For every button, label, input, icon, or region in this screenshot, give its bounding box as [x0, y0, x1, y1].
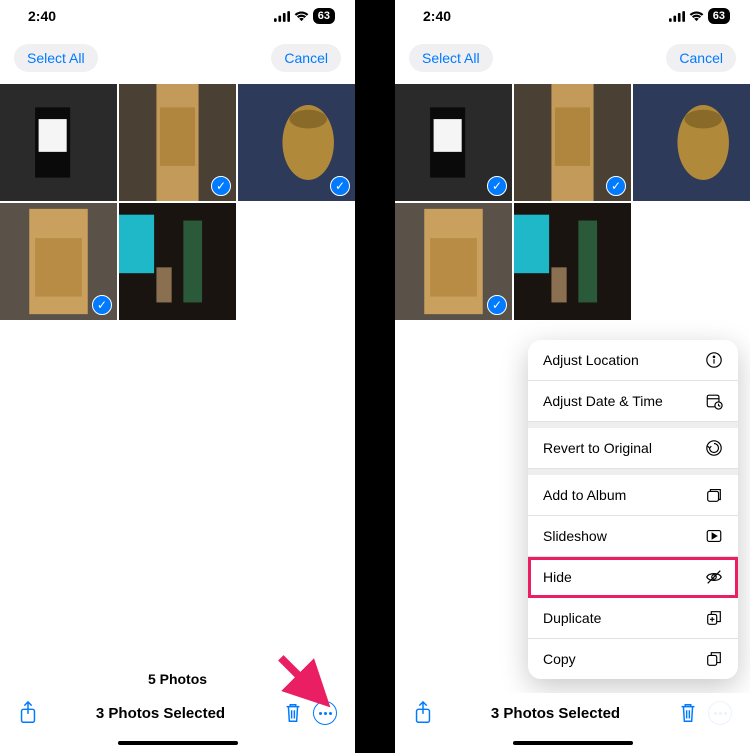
menu-duplicate[interactable]: Duplicate: [528, 598, 738, 639]
menu-label: Adjust Location: [543, 352, 639, 368]
share-button[interactable]: [18, 701, 38, 725]
photo-thumb[interactable]: ✓: [395, 203, 512, 320]
status-bar: 2:40 63: [0, 0, 355, 28]
status-indicators: 63: [274, 8, 335, 24]
trash-button[interactable]: [678, 702, 698, 724]
bottom-area: 5 Photos 3 Photos Selected: [0, 665, 355, 753]
selection-check-icon: ✓: [487, 176, 507, 196]
menu-copy[interactable]: Copy: [528, 639, 738, 679]
photo-grid: ✓ ✓ ✓: [395, 84, 750, 320]
photo-thumb[interactable]: ✓: [238, 84, 355, 201]
info-icon: [705, 351, 723, 369]
wifi-icon: [294, 11, 309, 22]
menu-label: Slideshow: [543, 528, 607, 544]
photo-grid: ✓ ✓ ✓: [0, 84, 355, 320]
eye-slash-icon: [705, 568, 723, 586]
menu-label: Duplicate: [543, 610, 601, 626]
selected-count: 3 Photos Selected: [96, 705, 225, 722]
revert-icon: [705, 439, 723, 457]
copy-icon: [705, 650, 723, 668]
menu-label: Hide: [543, 569, 572, 585]
duplicate-icon: [705, 609, 723, 627]
home-indicator: [513, 741, 633, 745]
photo-count: 5 Photos: [0, 665, 355, 693]
selection-check-icon: ✓: [211, 176, 231, 196]
cellular-icon: [669, 11, 685, 22]
photo-thumb[interactable]: [0, 84, 117, 201]
status-bar: 2:40 63: [395, 0, 750, 28]
topbar: Select All Cancel: [0, 28, 355, 84]
more-button[interactable]: [313, 701, 337, 725]
photo-thumb[interactable]: ✓: [395, 84, 512, 201]
photo-thumb[interactable]: [119, 203, 236, 320]
menu-slideshow[interactable]: Slideshow: [528, 516, 738, 557]
wifi-icon: [689, 11, 704, 22]
photo-thumb[interactable]: ✓: [119, 84, 236, 201]
menu-adjust-location[interactable]: Adjust Location: [528, 340, 738, 381]
menu-revert[interactable]: Revert to Original: [528, 428, 738, 469]
select-all-button[interactable]: Select All: [409, 44, 493, 72]
play-icon: [705, 527, 723, 545]
photo-thumb[interactable]: ✓: [0, 203, 117, 320]
cancel-button[interactable]: Cancel: [271, 44, 341, 72]
selection-check-icon: ✓: [92, 295, 112, 315]
battery-badge: 63: [708, 8, 730, 24]
status-indicators: 63: [669, 8, 730, 24]
menu-label: Copy: [543, 651, 576, 667]
bottom-area: 3 Photos Selected: [395, 693, 750, 753]
more-button[interactable]: [708, 701, 732, 725]
selection-check-icon: ✓: [487, 295, 507, 315]
selection-check-icon: ✓: [330, 176, 350, 196]
status-time: 2:40: [423, 8, 451, 24]
phone-right: 2:40 63 Select All Cancel ✓ ✓: [395, 0, 750, 753]
photo-thumb[interactable]: [633, 84, 750, 201]
menu-hide[interactable]: Hide: [528, 557, 738, 598]
bottom-toolbar: 3 Photos Selected: [0, 693, 355, 737]
trash-button[interactable]: [283, 702, 303, 724]
select-all-button[interactable]: Select All: [14, 44, 98, 72]
battery-badge: 63: [313, 8, 335, 24]
selected-count: 3 Photos Selected: [491, 705, 620, 722]
photo-thumb[interactable]: ✓: [514, 84, 631, 201]
menu-label: Revert to Original: [543, 440, 652, 456]
menu-label: Add to Album: [543, 487, 626, 503]
bottom-toolbar: 3 Photos Selected: [395, 693, 750, 737]
cellular-icon: [274, 11, 290, 22]
status-time: 2:40: [28, 8, 56, 24]
album-icon: [705, 486, 723, 504]
cancel-button[interactable]: Cancel: [666, 44, 736, 72]
calendar-icon: [705, 392, 723, 410]
phone-left: 2:40 63 Select All Cancel ✓ ✓: [0, 0, 355, 753]
photo-thumb[interactable]: [514, 203, 631, 320]
menu-add-album[interactable]: Add to Album: [528, 475, 738, 516]
selection-check-icon: ✓: [606, 176, 626, 196]
context-menu: Adjust Location Adjust Date & Time Rever…: [528, 340, 738, 679]
home-indicator: [118, 741, 238, 745]
menu-label: Adjust Date & Time: [543, 393, 663, 409]
menu-adjust-date[interactable]: Adjust Date & Time: [528, 381, 738, 422]
topbar: Select All Cancel: [395, 28, 750, 84]
share-button[interactable]: [413, 701, 433, 725]
